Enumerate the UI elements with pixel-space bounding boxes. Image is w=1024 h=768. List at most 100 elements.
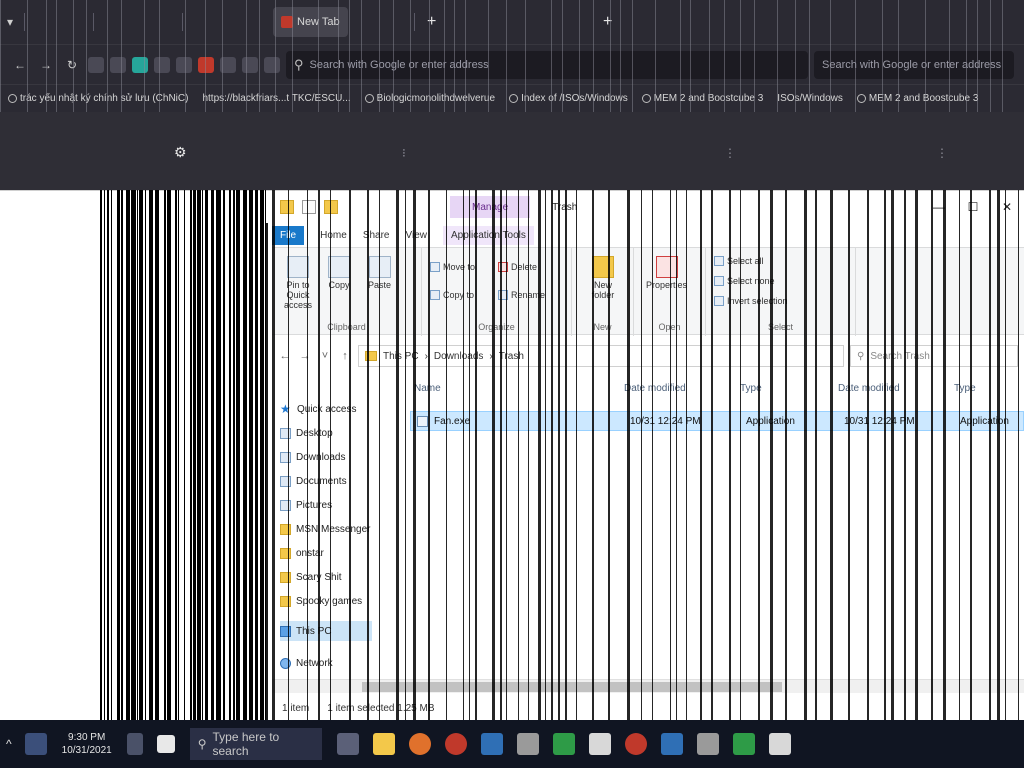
tab-placeholder[interactable] [445, 7, 595, 37]
app-taskbar-icon[interactable] [444, 733, 467, 755]
extension-icon[interactable] [132, 56, 148, 73]
nav-spooky-games[interactable]: Spooky games [280, 591, 362, 611]
nav-onstar[interactable]: onstar [280, 543, 324, 563]
extension-icon[interactable] [242, 56, 258, 73]
nav-pictures[interactable]: Pictures [280, 495, 332, 515]
show-hidden-icons-icon[interactable]: ^ [6, 737, 12, 751]
windows-start-icon[interactable] [156, 735, 175, 753]
new-folder-icon[interactable] [324, 200, 338, 214]
bookmark-item[interactable]: MEM 2 and Boostcube 3 [856, 93, 978, 104]
bookmark-item[interactable]: ISOs/Windows [777, 93, 843, 104]
tab-new-tab[interactable]: New Tab [273, 7, 348, 37]
network-tray-icon[interactable] [24, 733, 47, 755]
bookmark-item[interactable]: Index of /ISOs/Windows [509, 93, 628, 104]
rename-button[interactable]: Rename [498, 290, 545, 300]
file-explorer-taskbar-icon[interactable] [372, 733, 395, 755]
tab-list-icon[interactable]: ▾ [0, 12, 20, 32]
address-bar[interactable]: This PC › Downloads › Trash [358, 345, 844, 367]
app-taskbar-icon[interactable] [660, 733, 683, 755]
app-taskbar-icon[interactable] [732, 733, 755, 755]
properties-button[interactable]: Properties [646, 256, 687, 290]
extension-icon[interactable] [88, 56, 104, 73]
app-taskbar-icon[interactable] [768, 733, 791, 755]
new-tab-button-duplicate[interactable]: + [595, 13, 621, 31]
breadcrumb-trash[interactable]: Trash [499, 351, 524, 362]
bookmark-item[interactable]: MEM 2 and Boostcube 3 [641, 93, 763, 104]
firefox-taskbar-icon[interactable] [408, 733, 431, 755]
column-header-date-modified[interactable]: Date modified [838, 383, 900, 394]
reload-icon[interactable]: ↻ [62, 55, 82, 75]
app-taskbar-icon[interactable] [516, 733, 539, 755]
recent-locations-icon[interactable]: ˅ [318, 350, 332, 362]
nav-quick-access[interactable]: ★ Quick access [280, 399, 356, 419]
tab-share[interactable]: Share [363, 230, 390, 241]
tab-file[interactable]: File [272, 225, 305, 245]
search-trash-input[interactable]: ⚲ Search Trash [850, 345, 1018, 367]
app-taskbar-icon[interactable] [480, 733, 503, 755]
copy-to-button[interactable]: Copy to [430, 290, 474, 300]
app-taskbar-icon[interactable] [552, 733, 575, 755]
nav-documents[interactable]: Documents [280, 471, 347, 491]
notification-icon[interactable] [126, 733, 143, 755]
extension-icon[interactable] [154, 56, 170, 73]
gear-icon[interactable]: ⚙ [174, 144, 187, 161]
taskbar-search-input[interactable]: ⚲ Type here to search [189, 728, 322, 760]
delete-button[interactable]: Delete [498, 262, 537, 272]
move-to-button[interactable]: Move to [430, 262, 475, 272]
tab-placeholder[interactable] [354, 7, 410, 37]
invert-selection-button[interactable]: Invert selection [714, 296, 788, 306]
bookmark-item[interactable]: Biologicmonolithdwelverue [364, 93, 495, 104]
tab-home[interactable]: Home [320, 230, 347, 241]
column-header-name[interactable]: Name [414, 383, 441, 394]
task-view-icon[interactable] [336, 733, 359, 755]
new-tab-button[interactable]: + [419, 13, 445, 31]
column-header-type[interactable]: Type [954, 383, 976, 394]
address-search-bar-duplicate[interactable]: Search with Google or enter address [814, 50, 1014, 79]
pin-quick-access-button[interactable]: Pin to Quick access [278, 256, 318, 310]
tab-placeholder[interactable] [98, 7, 178, 37]
horizontal-scrollbar[interactable] [272, 679, 1024, 693]
breadcrumb-downloads[interactable]: Downloads [434, 351, 483, 362]
extension-icon[interactable] [176, 56, 192, 73]
back-icon[interactable]: ← [278, 350, 292, 362]
tab-placeholder[interactable] [29, 7, 89, 37]
nav-network[interactable]: Network [280, 653, 333, 673]
menu-dots-icon[interactable]: ⋮ [936, 146, 948, 160]
paste-button[interactable]: Paste [368, 256, 391, 290]
breadcrumb-this-pc[interactable]: This PC [383, 351, 419, 362]
bookmark-item[interactable]: https://blackfriars...t TKC/ESCU... [202, 93, 350, 104]
column-header-date-modified[interactable]: Date modified [624, 383, 686, 394]
nav-scary-shit[interactable]: Scary Shit [280, 567, 342, 587]
nav-this-pc[interactable]: This PC [280, 621, 372, 641]
tab-application-tools[interactable]: Application Tools [443, 225, 534, 245]
nav-desktop[interactable]: Desktop [280, 423, 333, 443]
close-icon[interactable]: ✕ [990, 193, 1024, 221]
extension-icon[interactable] [110, 56, 126, 73]
manage-contextual-tab[interactable]: Manage [450, 196, 531, 218]
forward-icon[interactable]: → [36, 55, 56, 75]
extension-icon[interactable] [198, 56, 214, 73]
clock[interactable]: 9:30 PM 10/31/2021 [62, 731, 112, 757]
app-taskbar-icon[interactable] [624, 733, 647, 755]
bookmark-item[interactable]: trác yếu nhật ký chính sử lưu (ChNiC) [8, 93, 188, 104]
new-folder-button[interactable]: New folder [584, 256, 622, 300]
column-header-type[interactable]: Type [740, 383, 762, 394]
up-icon[interactable]: ↑ [338, 350, 352, 362]
menu-dots-icon[interactable]: ⋮ [724, 146, 736, 160]
copy-button[interactable]: Copy [328, 256, 350, 290]
file-row-selected[interactable]: Fan.exe 10/31 12:24 PM Application 10/31… [410, 411, 1024, 431]
extension-icon[interactable] [264, 56, 280, 73]
tab-view[interactable]: View [406, 230, 428, 241]
select-all-button[interactable]: Select all [714, 256, 764, 266]
scrollbar-thumb[interactable] [362, 682, 782, 692]
app-taskbar-icon[interactable] [588, 733, 611, 755]
properties-icon[interactable] [302, 200, 316, 214]
nav-downloads[interactable]: Downloads [280, 447, 345, 467]
maximize-icon[interactable]: ☐ [956, 193, 990, 221]
forward-icon[interactable]: → [298, 350, 312, 362]
back-icon[interactable]: ← [10, 55, 30, 75]
tab-placeholder[interactable] [187, 7, 267, 37]
nav-msn-messenger[interactable]: MSN Messenger [280, 519, 370, 539]
extension-icon[interactable] [220, 56, 236, 73]
address-search-bar[interactable]: ⚲ Search with Google or enter address [286, 50, 808, 79]
